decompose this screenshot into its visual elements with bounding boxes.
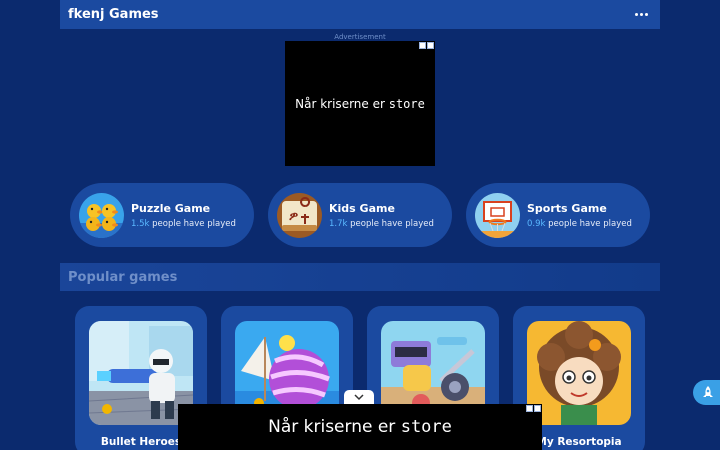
game-thumbnail (527, 321, 631, 425)
ad-choices-icon[interactable] (526, 405, 541, 412)
category-name: Kids Game (329, 201, 395, 215)
ad-banner-bottom[interactable]: Når kriserne er store (178, 404, 542, 450)
svg-text:ዎ: ዎ (289, 209, 298, 224)
site-title[interactable]: fkenj Games (68, 7, 159, 22)
category-plays: 1.7k people have played (329, 218, 434, 229)
mahjong-tile-icon: ዎ (277, 192, 322, 238)
ad-banner-top[interactable]: Når kriserne er store (285, 41, 435, 166)
category-card-sports[interactable]: Sports Game 0.9k people have played (466, 183, 650, 247)
category-plays: 0.9k people have played (527, 218, 632, 229)
category-card-kids[interactable]: ዎ Kids Game 1.7k people have played (268, 183, 452, 247)
chevron-down-icon (354, 393, 364, 400)
section-title-popular: Popular games (60, 263, 660, 291)
ducks-icon (79, 192, 124, 238)
more-dots-icon[interactable] (631, 9, 652, 20)
category-name: Sports Game (527, 201, 607, 215)
rocket-icon (703, 385, 713, 397)
ad-choices-icon[interactable] (419, 42, 434, 49)
ad-label: Advertisement (334, 33, 386, 41)
category-list: Puzzle Game 1.5k people have played ዎ Ki… (70, 183, 650, 247)
ad-text: Når kriserne er store (268, 417, 452, 437)
ad-text: Når kriserne er store (295, 96, 425, 111)
rocket-button[interactable] (693, 380, 720, 405)
collapse-ad-button[interactable] (344, 390, 374, 404)
category-card-puzzle[interactable]: Puzzle Game 1.5k people have played (70, 183, 254, 247)
basketball-hoop-icon (475, 192, 520, 238)
top-bar: fkenj Games (60, 0, 660, 29)
category-name: Puzzle Game (131, 201, 211, 215)
category-plays: 1.5k people have played (131, 218, 236, 229)
